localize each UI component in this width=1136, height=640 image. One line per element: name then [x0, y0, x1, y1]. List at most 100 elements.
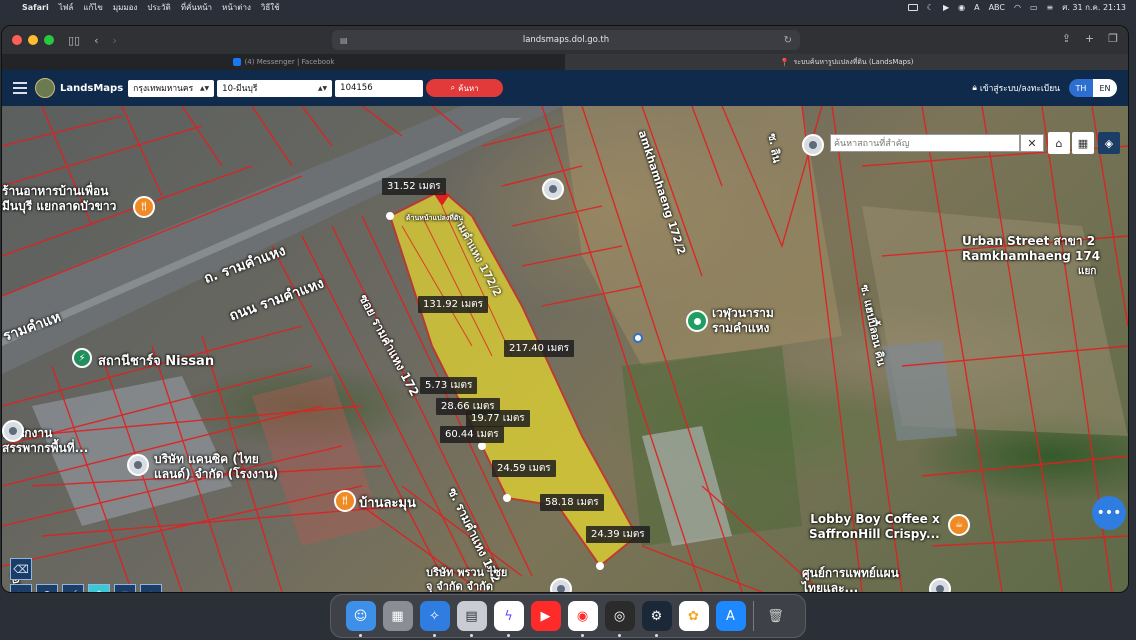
launchpad-icon[interactable]: ▦	[382, 601, 413, 631]
camera-icon[interactable]: ◉	[958, 3, 965, 12]
steam-icon[interactable]: ⚙	[641, 601, 672, 637]
new-tab-icon[interactable]: +	[1085, 32, 1094, 45]
messenger-icon[interactable]: ϟ	[493, 601, 524, 637]
preview-icon[interactable]: ▤	[456, 601, 487, 637]
place-label: แยก	[1078, 266, 1097, 277]
restaurant-icon[interactable]: 🍴︎	[133, 196, 155, 218]
finder-icon[interactable]: ☺	[345, 601, 376, 637]
control-center-icon[interactable]: ≡	[1047, 3, 1054, 12]
photos-icon[interactable]: ✿	[678, 601, 709, 631]
place-pin-icon[interactable]	[2, 420, 24, 442]
address-bar[interactable]: ▤ landsmaps.dol.go.th ↻	[332, 30, 800, 50]
safari-icon[interactable]: ✧	[419, 601, 450, 637]
menu-history[interactable]: ประวัติ	[147, 1, 170, 14]
more-menu-button[interactable]: •••	[1092, 496, 1126, 530]
close-icon[interactable]: ✕	[1020, 134, 1044, 152]
district-select[interactable]: 10-มีนบุรี ▲▼	[217, 79, 333, 97]
screen-mirror-icon[interactable]	[907, 3, 918, 11]
home-icon[interactable]: ⌂	[1048, 132, 1070, 154]
tab-title: ระบบค้นหารูปแปลงที่ดิน (LandsMaps)	[793, 57, 914, 66]
menu-edit[interactable]: แก้ไข	[83, 1, 103, 14]
place-label[interactable]: Urban Street สาขา 2 Ramkhamhaeng 174	[962, 234, 1100, 264]
record-icon[interactable]: ◎	[604, 601, 635, 637]
map-pin-icon: 📍	[779, 57, 790, 67]
satellite-map[interactable]: ถ. รามคำแหง ถนน รามคำแหง รามคำแห ซอย ราม…	[2, 106, 1128, 592]
dimension-label: 19.77 เมตร	[466, 410, 530, 427]
close-window-button[interactable]	[12, 35, 22, 45]
login-label: เข้าสู่ระบบ/ลงทะเบียน	[979, 84, 1060, 94]
menubar-status: ☾ ▶ ◉ A ABC ◠ ▭ ≡ ศ. 31 ก.ค. 21:13	[907, 0, 1126, 14]
wifi-icon[interactable]: ◠	[1014, 3, 1021, 12]
lang-th-button[interactable]: TH	[1069, 79, 1093, 97]
keyboard-a-icon[interactable]: A	[974, 3, 979, 12]
menu-view[interactable]: มุมมอง	[113, 1, 138, 14]
tab-messenger[interactable]: (4) Messenger | Facebook	[2, 54, 565, 70]
moon-icon[interactable]: ☾	[927, 3, 934, 12]
share-icon[interactable]: ⇪	[1062, 32, 1071, 45]
input-source[interactable]: ABC	[989, 3, 1005, 12]
minimize-window-button[interactable]	[28, 35, 38, 45]
place-label[interactable]: บ้านละมุน	[359, 492, 416, 513]
youtube-music-icon[interactable]: ◉	[567, 601, 598, 637]
youtube-icon[interactable]: ▶	[530, 601, 561, 631]
forward-icon[interactable]: ›	[113, 34, 117, 47]
ruler-tool-icon[interactable]: ✕	[10, 584, 32, 592]
eraser-icon[interactable]: ⌫	[10, 558, 32, 580]
battery-icon[interactable]: ▭	[1030, 3, 1038, 12]
hamburger-menu-icon[interactable]	[13, 82, 27, 94]
place-label[interactable]: บริษัท แคนซิค (ไทย แลนด์) จำกัด (โรงงาน)	[154, 452, 278, 482]
place-label[interactable]: บริษัท พรวน ไซย จุ จำกัด จำกัด	[426, 566, 507, 592]
lang-en-button[interactable]: EN	[1093, 79, 1117, 97]
back-icon[interactable]: ‹	[94, 34, 98, 47]
school-pin-icon[interactable]	[542, 178, 564, 200]
select-arrow-icon: ▲▼	[317, 84, 328, 92]
circle-tool-icon[interactable]: ○	[140, 584, 162, 592]
place-label[interactable]: Lobby Boy Coffee x SaffronHill Crispy...	[809, 512, 940, 542]
coffee-icon[interactable]: ☕︎	[948, 514, 970, 536]
menu-help[interactable]: วิธีใช้	[261, 1, 280, 14]
temple-icon[interactable]	[686, 310, 708, 332]
place-label[interactable]: สถานีชาร์จ Nissan	[98, 350, 214, 371]
layers-icon[interactable]: ◈	[1098, 132, 1120, 154]
play-icon[interactable]: ▶	[943, 3, 949, 12]
sidebar-toggle-icon[interactable]: ▯▯	[68, 34, 80, 47]
reload-icon[interactable]: ↻	[784, 35, 792, 46]
dimension-label: 5.73 เมตร	[420, 377, 478, 394]
restaurant-icon[interactable]: 🍴︎	[334, 490, 356, 512]
datetime[interactable]: ศ. 31 ก.ค. 21:13	[1062, 1, 1126, 14]
page-settings-icon[interactable]: ▤	[340, 36, 348, 45]
place-pin-icon[interactable]	[127, 454, 149, 476]
search-label: ค้นหา	[458, 83, 479, 93]
district-value: 10-มีนบุรี	[222, 84, 258, 94]
menu-bookmarks[interactable]: ที่คั่นหน้า	[181, 1, 212, 14]
landmark-search-input[interactable]: ค้นหาสถานที่สำคัญ	[830, 134, 1020, 152]
place-label[interactable]: ร้านอาหารบ้านเพื่อน มีนบุรี แยกลาดบัวขาว	[2, 184, 116, 214]
tab-overview-icon[interactable]: ❐	[1108, 32, 1118, 45]
trash-icon[interactable]: 🗑︎	[761, 601, 791, 631]
tab-title: (4) Messenger | Facebook	[244, 58, 335, 66]
line-tool-icon[interactable]: ⟋	[62, 584, 84, 592]
pin-tool-icon[interactable]: ⚲	[36, 584, 58, 592]
login-link[interactable]: 🔒︎ เข้าสู่ระบบ/ลงทะเบียน	[972, 81, 1060, 95]
zoom-window-button[interactable]	[44, 35, 54, 45]
macos-dock: ☺ ▦ ✧ ▤ ϟ ▶ ◉ ◎ ⚙ ✿ A 🗑︎	[330, 594, 806, 638]
province-select[interactable]: กรุงเทพมหานคร ▲▼	[128, 79, 215, 97]
traffic-lights	[12, 35, 54, 45]
place-label[interactable]: ศูนย์การแพทย์แผน ไทยและ...	[802, 566, 899, 592]
select-arrow-icon: ▲▼	[199, 84, 210, 92]
search-button[interactable]: ⌕ ค้นหา	[426, 79, 504, 97]
polygon-tool-icon[interactable]: ⬠	[88, 584, 110, 592]
place-pin-icon[interactable]	[802, 134, 824, 156]
menu-app-safari[interactable]: Safari	[22, 3, 49, 12]
place-label[interactable]: เวฬุวนาราม รามคำแหง	[712, 306, 774, 336]
grid-icon[interactable]: ▦	[1072, 132, 1094, 154]
rectangle-tool-icon[interactable]: ▢	[114, 584, 136, 592]
ev-charger-icon[interactable]: ⚡	[72, 348, 92, 368]
dimension-label: 60.44 เมตร	[440, 426, 504, 443]
brand-name: LandsMaps	[60, 82, 124, 94]
menu-window[interactable]: หน้าต่าง	[222, 1, 251, 14]
parcel-number-input[interactable]: 104156	[335, 79, 424, 97]
menu-file[interactable]: ไฟล์	[59, 1, 74, 14]
app-store-icon[interactable]: A	[715, 601, 746, 631]
tab-landsmaps[interactable]: 📍 ระบบค้นหารูปแปลงที่ดิน (LandsMaps)	[565, 54, 1128, 70]
